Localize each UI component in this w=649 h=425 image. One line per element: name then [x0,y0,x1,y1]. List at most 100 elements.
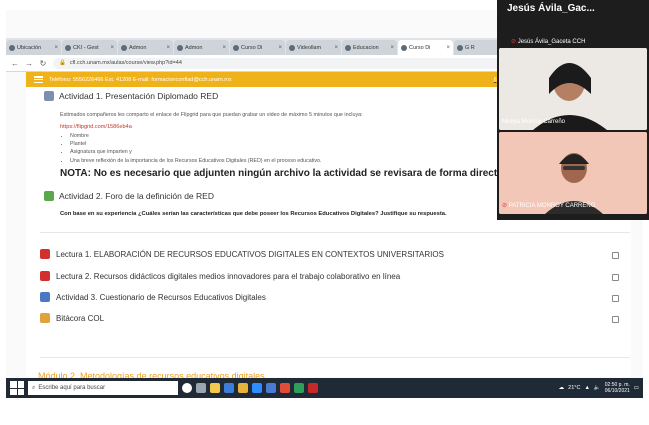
browser-tab[interactable]: Educacion × [342,40,397,55]
tab-favicon-icon [289,44,295,51]
reload-icon[interactable]: ↻ [39,59,47,68]
chrome-icon[interactable] [238,383,248,393]
task-view-icon[interactable] [196,383,206,393]
activity-1-title: Actividad 1. Presentación Diplomado RED [59,91,219,101]
mic-off-icon: ⊘ [511,39,517,45]
tab-label: Curso Di [409,44,431,51]
close-tab-icon[interactable]: × [390,45,394,51]
flipgrid-link[interactable]: https://flipgrid.com/1586eb4a [60,124,132,130]
tab-favicon-icon [121,44,127,51]
lock-icon: 🔒 [59,60,66,66]
close-tab-icon[interactable]: × [166,45,170,51]
hamburger-menu-icon[interactable] [34,76,43,83]
reading-1-link[interactable]: Lectura 1. ELABORACIÓN DE RECURSOS EDUCA… [40,249,630,259]
close-tab-icon[interactable]: × [54,45,58,51]
activity-1-note: NOTA: No es necesario que adjunten ningú… [60,168,527,179]
tab-label: Admon [129,44,147,51]
video-call-panel: Jesús Ávila_Gac... ⊘ Jesús Ávila_Gaceta … [497,0,649,220]
contact-info: Teléfono: 5556226466 Ext. 41208 E-mail: … [49,76,232,83]
reading-2-link[interactable]: Lectura 2. Recursos didácticos digitales… [40,271,630,281]
activity-1-description: Estimados compañeros les comparto el enl… [60,112,363,118]
browser-tab[interactable]: Admon × [118,40,173,55]
taskbar-search-box[interactable]: ⌕ Escribe aquí para buscar [28,381,178,395]
page-icon [44,91,54,101]
cortana-icon[interactable] [182,383,192,393]
browser-tab[interactable]: Curso Di × [230,40,285,55]
list-item: Nombre [70,132,321,140]
search-placeholder: Escribe aquí para buscar [38,385,106,391]
windows-taskbar: ⌕ Escribe aquí para buscar ☁ 21°C ▲ 🔈 02… [6,378,643,398]
edge-icon[interactable] [224,383,234,393]
tab-label: Ubicación [17,44,42,51]
close-tab-icon[interactable]: × [222,45,226,51]
powerpoint-icon[interactable] [280,383,290,393]
acrobat-icon[interactable] [308,383,318,393]
blog-link[interactable]: Bitácora COL [40,313,630,323]
forward-arrow-icon[interactable]: → [25,59,33,68]
site-header-bar: Teléfono: 5556226466 Ext. 41208 E-mail: … [26,72,511,87]
url-input[interactable]: 🔒 cfl.cch.unam.mx/aulas/course/view.php?… [53,57,503,69]
completion-checkbox[interactable] [612,295,619,302]
activity-2-title: Actividad 2. Foro de la definición de RE… [59,191,214,201]
participant-video-tile[interactable]: Mireya Monroy Carreño [499,48,647,130]
tab-favicon-icon [233,44,239,51]
activity-1-link[interactable]: Actividad 1. Presentación Diplomado RED [44,91,218,101]
weather-icon: ☁ [558,385,565,391]
mic-off-icon: ⊘ [502,203,508,209]
clock[interactable]: 02:50 p. m. 06/10/2021 [605,382,630,394]
close-tab-icon[interactable]: × [334,45,338,51]
pdf-icon [40,249,50,259]
quiz-icon [40,292,50,302]
completion-checkbox[interactable] [612,252,619,259]
windows-start-icon[interactable] [10,381,24,395]
network-icon[interactable]: ▲ [584,385,589,391]
volume-icon[interactable]: 🔈 [594,385,601,391]
forum-icon [44,191,54,201]
pdf-icon [40,271,50,281]
completion-checkbox[interactable] [612,274,619,281]
tab-label: Educacion [353,44,379,51]
divider [40,357,630,358]
activity-2-link[interactable]: Actividad 2. Foro de la definición de RE… [44,191,214,201]
close-tab-icon[interactable]: × [446,45,450,51]
tab-label: Admon [185,44,203,51]
browser-tab-active[interactable]: Curso Di × [398,40,453,55]
url-text: cfl.cch.unam.mx/aulas/course/view.php?id… [69,60,182,66]
tab-label: Curso Di [241,44,263,51]
participant-video-tile[interactable]: ⊘ PATRICIA MONROY CARREÑO [499,132,647,214]
divider [40,232,630,233]
activity-1-bullets: Nombre Plantel Asignatura que imparten y… [60,132,321,165]
reading-1-title: Lectura 1. ELABORACIÓN DE RECURSOS EDUCA… [56,249,444,259]
close-tab-icon[interactable]: × [278,45,282,51]
participant-name: Mireya Monroy Carreño [502,119,566,125]
zoom-icon[interactable] [252,383,262,393]
word-icon[interactable] [266,383,276,393]
file-explorer-icon[interactable] [210,383,220,393]
browser-tab[interactable]: CKI - Gest × [62,40,117,55]
weather-temp[interactable]: 21°C [568,385,580,391]
system-tray: ☁ 21°C ▲ 🔈 02:50 p. m. 06/10/2021 ▭ [559,382,643,394]
tab-label: Videollam [297,44,322,51]
activity-3-link[interactable]: Actividad 3. Cuestionario de Recursos Ed… [40,292,630,302]
close-tab-icon[interactable]: × [110,45,114,51]
browser-tab[interactable]: Ubicación × [6,40,61,55]
list-item: Plantel [70,140,321,148]
notifications-icon[interactable]: ▭ [634,385,639,391]
reading-2-title: Lectura 2. Recursos didácticos digitales… [56,271,401,281]
tab-favicon-icon [401,44,407,51]
participant-name: Jesús Ávila_Gaceta CCH [517,39,586,45]
tab-favicon-icon [65,44,71,51]
host-name: Jesús Ávila_Gac... [507,3,595,14]
tab-favicon-icon [177,44,183,51]
activity-3-title: Actividad 3. Cuestionario de Recursos Ed… [56,292,266,302]
clock-date: 06/10/2021 [604,388,630,394]
browser-tab[interactable]: Admon × [174,40,229,55]
excel-icon[interactable] [294,383,304,393]
completion-checkbox[interactable] [612,316,619,323]
list-item: Asignatura que imparten y [70,148,321,156]
tab-favicon-icon [9,44,15,51]
back-arrow-icon[interactable]: ← [11,59,19,68]
browser-tab[interactable]: Videollam × [286,40,341,55]
tab-label: CKI - Gest [73,44,99,51]
activity-2-question: Con base en su experiencia ¿Cuáles sería… [60,211,447,217]
